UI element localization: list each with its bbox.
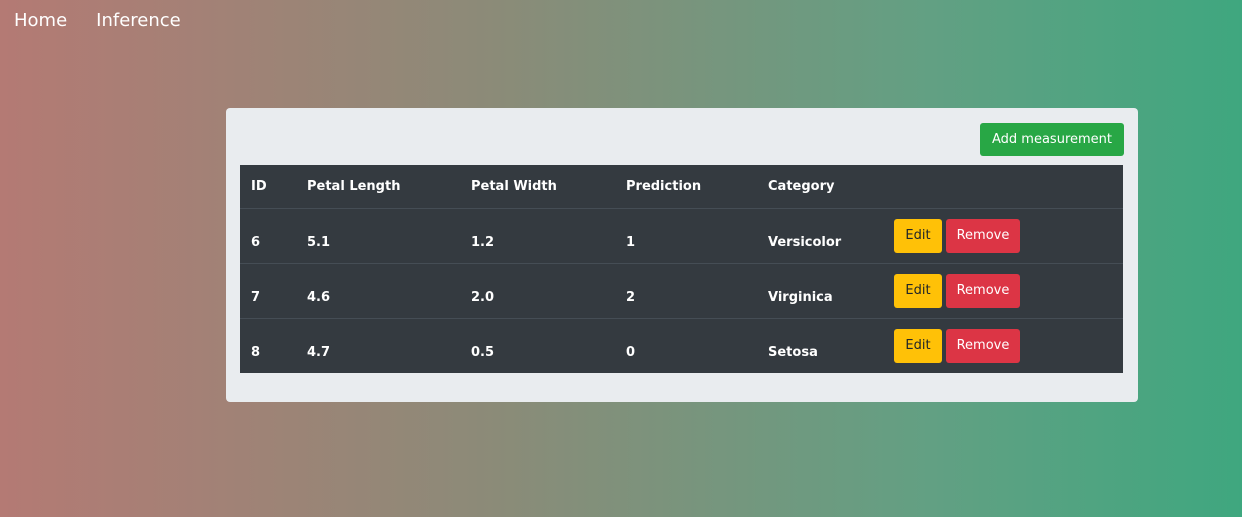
edit-button[interactable]: Edit: [894, 218, 942, 253]
cell-prediction: 2: [615, 262, 757, 318]
cell-id: 7: [240, 262, 296, 318]
row-actions: Edit Remove: [894, 264, 1123, 308]
header-petal-width: Petal Width: [460, 165, 615, 209]
table-row: 8 4.7 0.5 0 Setosa Edit Remove: [240, 317, 1123, 373]
cell-petal-length: 4.7: [296, 317, 460, 373]
cell-petal-width: 2.0: [460, 262, 615, 318]
add-measurement-button[interactable]: Add measurement: [980, 123, 1124, 156]
cell-petal-length: 4.6: [296, 262, 460, 318]
remove-button[interactable]: Remove: [946, 328, 1020, 363]
header-prediction: Prediction: [615, 165, 757, 209]
cell-id: 8: [240, 317, 296, 373]
header-petal-length: Petal Length: [296, 165, 460, 209]
table-row: 7 4.6 2.0 2 Virginica Edit Remove: [240, 262, 1123, 318]
cell-id: 6: [240, 207, 296, 263]
nav-home-link[interactable]: Home: [14, 10, 67, 31]
header-actions: [894, 165, 1123, 209]
cell-prediction: 0: [615, 317, 757, 373]
cell-petal-width: 1.2: [460, 207, 615, 263]
edit-button[interactable]: Edit: [894, 273, 942, 308]
cell-petal-length: 5.1: [296, 207, 460, 263]
cell-actions: Edit Remove: [894, 262, 1123, 318]
edit-button[interactable]: Edit: [894, 328, 942, 363]
cell-category: Setosa: [757, 317, 894, 373]
cell-category: Versicolor: [757, 207, 894, 263]
row-actions: Edit Remove: [894, 209, 1123, 253]
row-actions: Edit Remove: [894, 319, 1123, 363]
remove-button[interactable]: Remove: [946, 218, 1020, 253]
header-category: Category: [757, 165, 894, 209]
remove-button[interactable]: Remove: [946, 273, 1020, 308]
header-id: ID: [240, 165, 296, 209]
measurements-card: Add measurement ID Petal Length Petal Wi…: [226, 108, 1138, 402]
cell-prediction: 1: [615, 207, 757, 263]
cell-petal-width: 0.5: [460, 317, 615, 373]
cell-actions: Edit Remove: [894, 207, 1123, 263]
measurements-table: ID Petal Length Petal Width Prediction C…: [240, 165, 1123, 373]
nav-inference-link[interactable]: Inference: [96, 10, 181, 31]
top-nav: Home Inference: [14, 10, 181, 31]
table-header-row: ID Petal Length Petal Width Prediction C…: [240, 165, 1123, 209]
cell-actions: Edit Remove: [894, 317, 1123, 373]
card-toolbar: Add measurement: [240, 123, 1124, 156]
table-row: 6 5.1 1.2 1 Versicolor Edit Remove: [240, 207, 1123, 263]
cell-category: Virginica: [757, 262, 894, 318]
